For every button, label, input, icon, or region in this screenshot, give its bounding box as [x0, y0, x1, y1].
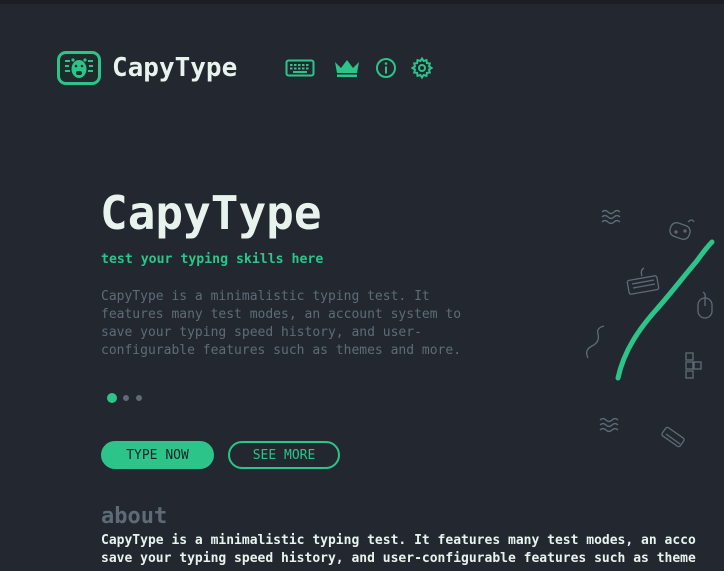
keyboard-doodle-icon — [626, 267, 660, 295]
wave-doodle-icon-bottom — [599, 417, 619, 433]
crown-icon[interactable] — [333, 55, 361, 81]
hero-subtitle: test your typing skills here — [101, 252, 324, 267]
type-now-button[interactable]: TYPE NOW — [101, 441, 214, 469]
header: CapyType — [57, 50, 237, 86]
page: CapyType CapyType test your typing skill… — [0, 0, 724, 571]
cable-doodle-icon — [586, 325, 605, 359]
carousel-dot-2[interactable] — [123, 395, 129, 401]
carousel-dot-3[interactable] — [136, 395, 142, 401]
keyboard-doodle-icon-bottom — [661, 426, 685, 448]
mouse-doodle-icon — [697, 291, 713, 319]
decorative-doodles-illustration — [586, 209, 715, 448]
gear-icon[interactable] — [411, 55, 433, 81]
capybara-logo-icon[interactable] — [57, 51, 101, 85]
carousel-dots — [107, 393, 149, 403]
wave-doodle-icon — [601, 209, 621, 225]
about-text: CapyType is a minimalistic typing test. … — [101, 533, 696, 566]
keycaps-doodle-icon — [685, 352, 702, 379]
hero-title: CapyType — [100, 186, 322, 240]
see-more-button[interactable]: SEE MORE — [228, 441, 340, 469]
hero-description: CapyType is a minimalistic typing test. … — [101, 289, 462, 358]
carousel-dot-1[interactable] — [107, 393, 117, 403]
keyboard-icon[interactable] — [285, 55, 315, 81]
brand-name[interactable]: CapyType — [112, 53, 237, 83]
info-icon[interactable] — [375, 55, 397, 81]
gamepad-doodle-icon — [669, 219, 695, 240]
window-top-bar — [0, 0, 724, 4]
main-nav — [285, 55, 445, 81]
about-heading: about — [101, 504, 168, 529]
